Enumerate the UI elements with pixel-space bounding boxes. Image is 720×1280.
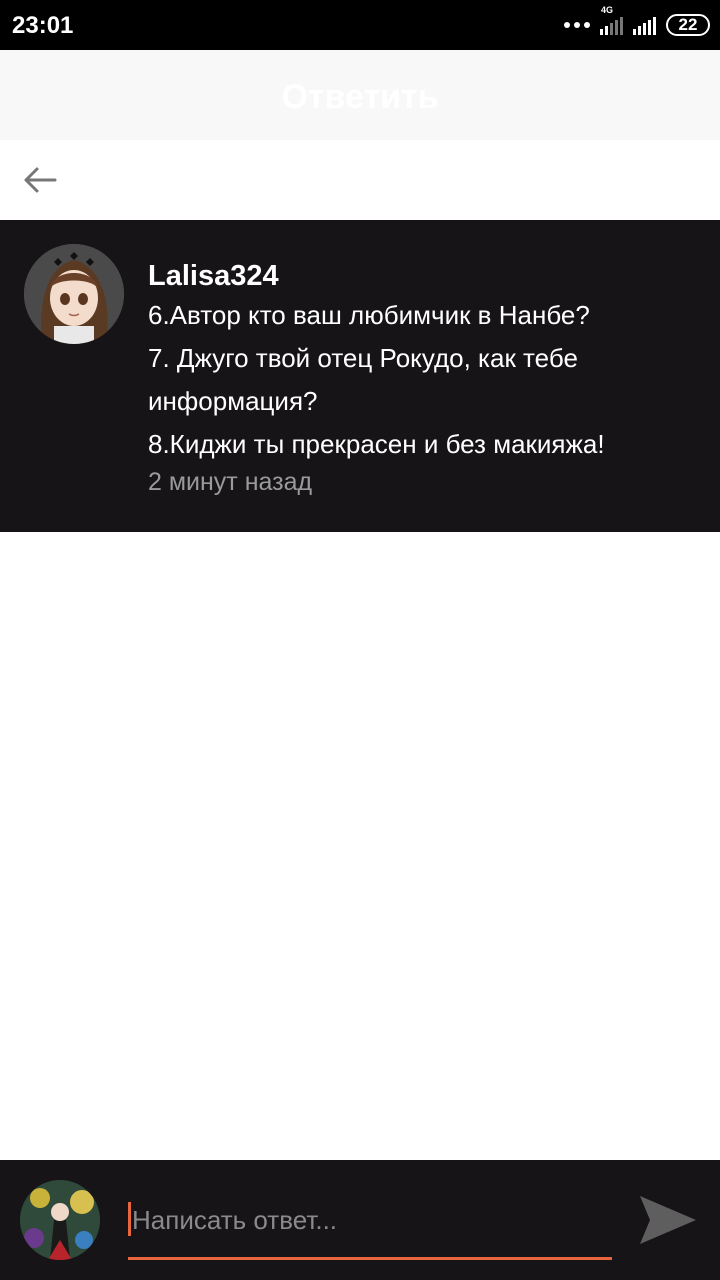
arrow-left-icon	[24, 167, 57, 193]
reply-input-underline	[128, 1257, 612, 1260]
reply-bar	[0, 1160, 720, 1280]
signal-icon	[633, 15, 656, 35]
send-button[interactable]	[636, 1190, 700, 1250]
status-bar: 23:01 4G 22	[0, 0, 720, 50]
page-title: Ответить	[281, 78, 439, 116]
status-icons: 4G 22	[564, 5, 710, 40]
comment-body: Lalisa324 6.Автор кто ваш любимчик в Нан…	[148, 258, 708, 500]
my-avatar[interactable]	[20, 1180, 100, 1260]
more-dots-icon	[564, 22, 590, 28]
battery-icon: 22	[666, 14, 710, 36]
status-time: 23:01	[12, 12, 74, 39]
my-avatar-image	[20, 1180, 100, 1260]
comment-timestamp: 2 минут назад	[148, 468, 313, 496]
back-button[interactable]	[18, 160, 62, 200]
comment-text-line: 6.Автор кто ваш любимчик в Нанбе?	[148, 300, 590, 330]
send-icon	[640, 1196, 696, 1244]
battery-level: 22	[678, 15, 698, 34]
avatar-image	[24, 244, 124, 344]
comment-text-line: 8.Киджи ты прекрасен и без макияжа!	[148, 429, 605, 459]
comment-author[interactable]: Lalisa324	[148, 258, 708, 294]
comment-text-line: информация?	[148, 386, 318, 416]
avatar[interactable]	[24, 244, 124, 344]
comment-text-line: 7. Джуго твой отец Рокудо, как тебе	[148, 343, 578, 373]
signal-4g-icon: 4G	[600, 5, 623, 35]
app-header: Ответить	[0, 50, 720, 140]
toolbar	[0, 140, 720, 220]
comment-card: Lalisa324 6.Автор кто ваш любимчик в Нан…	[0, 220, 720, 532]
network-type-label: 4G	[601, 5, 614, 15]
reply-input[interactable]	[128, 1200, 612, 1240]
